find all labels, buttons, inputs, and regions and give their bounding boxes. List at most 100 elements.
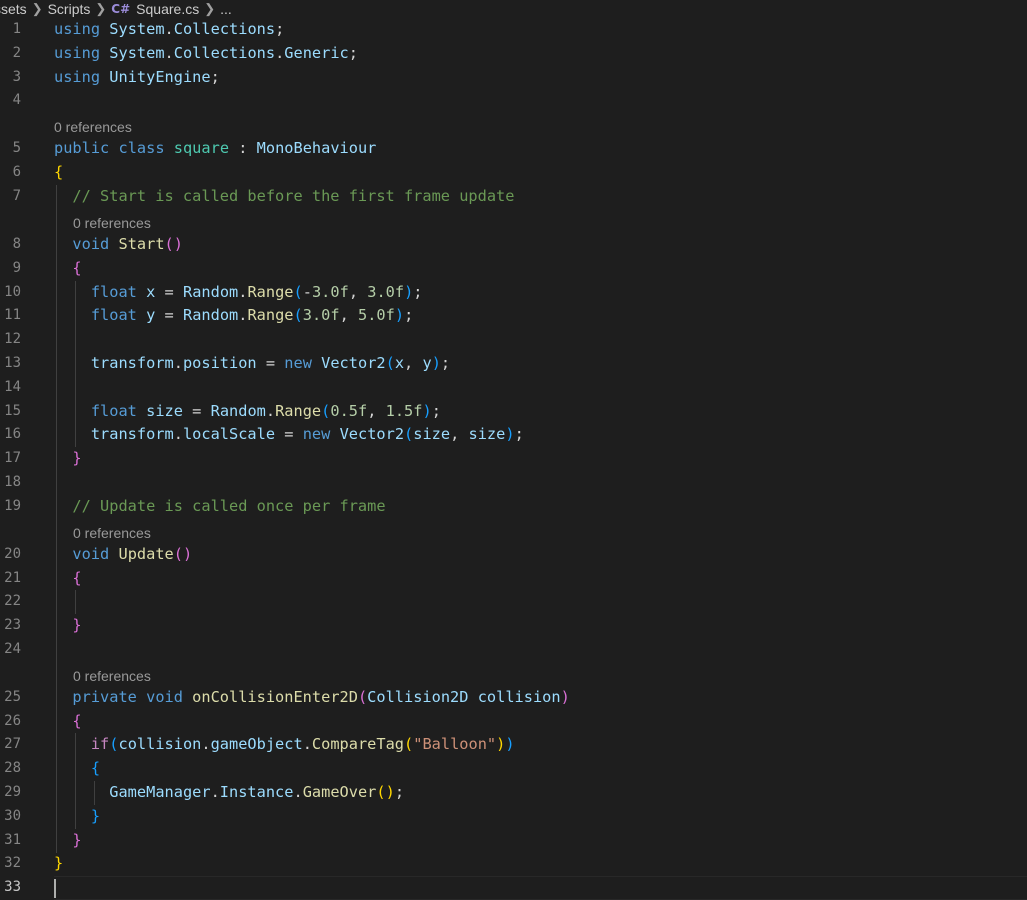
code-text[interactable]: float y = Random.Range(3.0f, 5.0f); [54,304,413,328]
code-line[interactable]: 31 } [0,829,1027,853]
codelens-references[interactable]: 0 references [54,119,132,135]
code-text[interactable]: using System.Collections.Generic; [54,42,358,66]
code-token: Random [182,306,239,325]
code-line[interactable]: 21 { [0,567,1027,591]
code-token: collision [118,735,202,754]
code-token: ( [404,425,414,444]
breadcrumb-item-file[interactable]: Square.cs [136,1,199,17]
code-token: ) [431,353,441,372]
code-line[interactable]: 7 // Start is called before the first fr… [0,185,1027,209]
code-text[interactable]: // Start is called before the first fram… [54,185,514,209]
code-text[interactable]: { [54,567,81,591]
code-text[interactable]: } [54,829,81,853]
code-token: ; [413,282,423,301]
code-text[interactable]: } [54,447,81,471]
code-text[interactable]: transform.localScale = new Vector2(size,… [54,423,524,447]
code-text[interactable]: GameManager.Instance.GameOver(); [54,781,404,805]
code-token: ; [514,425,524,444]
code-token: ) [560,687,570,706]
code-line[interactable]: 15 float size = Random.Range(0.5f, 1.5f)… [0,400,1027,424]
code-token: GameOver [302,783,377,802]
code-line[interactable]: 24 [0,638,1027,662]
code-token: , [339,306,359,325]
code-line[interactable]: 5 public class square : MonoBehaviour [0,137,1027,161]
codelens-references[interactable]: 0 references [73,668,151,684]
code-line[interactable]: 2 using System.Collections.Generic; [0,42,1027,66]
codelens-references[interactable]: 0 references [73,525,151,541]
code-line[interactable]: 19 // Update is called once per frame [0,495,1027,519]
code-text[interactable]: void Start() [54,233,183,257]
code-text[interactable]: transform.position = new Vector2(x, y); [54,352,450,376]
code-line[interactable]: 11 float y = Random.Range(3.0f, 5.0f); [0,304,1027,328]
code-line[interactable]: 17 } [0,447,1027,471]
code-token: new [302,425,331,444]
code-text[interactable]: { [54,257,81,281]
code-text[interactable]: private void onCollisionEnter2D(Collisio… [54,686,570,710]
indent-guide [75,281,76,447]
code-line[interactable]: 10 float x = Random.Range(-3.0f, 3.0f); [0,281,1027,305]
code-line[interactable]: 29 GameManager.Instance.GameOver(); [0,781,1027,805]
code-text[interactable]: } [54,614,81,638]
code-text[interactable]: float x = Random.Range(-3.0f, 3.0f); [54,281,423,305]
code-line[interactable]: 4 [0,89,1027,113]
code-text[interactable]: } [54,805,100,829]
code-line[interactable]: 8 void Start() [0,233,1027,257]
code-line[interactable]: 9 { [0,257,1027,281]
line-number: 2 [12,44,21,61]
code-token: = [256,353,285,372]
code-line[interactable]: 13 transform.position = new Vector2(x, y… [0,352,1027,376]
code-line[interactable]: 32} [0,852,1027,876]
code-token: System [109,43,165,62]
current-line-highlight [54,876,1027,900]
code-line[interactable]: 20 void Update() [0,543,1027,567]
code-token: using [54,20,101,38]
code-token: float [90,282,137,301]
code-line[interactable]: 12 [0,328,1027,352]
code-text[interactable]: if(collision.gameObject.CompareTag("Ball… [54,733,515,757]
code-line[interactable]: 18 [0,471,1027,495]
codelens-references[interactable]: 0 references [73,215,151,231]
code-token: . [173,425,183,444]
code-lines[interactable]: 1 using System.Collections; 2 using System.… [0,18,1027,900]
code-text[interactable]: using System.Collections; [54,18,284,42]
code-line[interactable]: 28 { [0,757,1027,781]
code-text[interactable]: using UnityEngine; [54,66,220,90]
code-token: = [155,306,183,325]
code-line[interactable]: 25 private void onCollisionEnter2D(Colli… [0,686,1027,710]
code-text[interactable]: public class square : MonoBehaviour [54,137,376,161]
breadcrumb-item-scripts[interactable]: Scripts [48,1,91,17]
breadcrumb-item-symbols[interactable]: ... [220,1,232,17]
code-line[interactable]: 27 if(collision.gameObject.CompareTag("B… [0,733,1027,757]
code-token: UnityEngine [109,67,211,86]
breadcrumb-item-assets[interactable]: ssets [0,1,27,17]
code-token: // Start is called before the first fram… [72,186,515,205]
code-editor[interactable]: ssets ❯ Scripts ❯ C# Square.cs ❯ ... 1 us… [0,0,1027,900]
code-line[interactable]: 14 [0,376,1027,400]
code-text[interactable]: { [54,757,100,781]
code-token: CompareTag [311,735,405,754]
code-token: . [302,735,312,754]
code-text[interactable]: // Update is called once per frame [54,495,385,519]
code-line[interactable]: 22 [0,590,1027,614]
code-text[interactable]: } [54,852,63,876]
code-line[interactable]: 3 using UnityEngine; [0,66,1027,90]
code-text[interactable]: { [54,161,63,185]
indent-guide [75,590,76,614]
code-text[interactable]: { [54,710,81,734]
code-line[interactable]: 1 using System.Collections; [0,18,1027,42]
code-line[interactable]: 16 transform.localScale = new Vector2(si… [0,423,1027,447]
code-token: = [275,425,303,444]
code-text[interactable]: float size = Random.Range(0.5f, 1.5f); [54,400,441,424]
line-number: 7 [12,187,21,204]
code-line[interactable]: 6{ [0,161,1027,185]
code-line[interactable]: 30 } [0,805,1027,829]
code-line[interactable]: 26 { [0,710,1027,734]
code-text[interactable]: void Update() [54,543,192,567]
code-line[interactable]: 23 } [0,614,1027,638]
code-line[interactable]: 33 [0,876,1027,900]
